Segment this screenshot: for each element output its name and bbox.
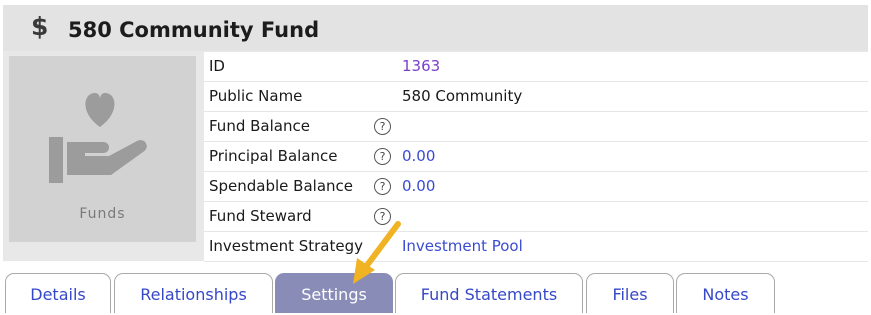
help-icon[interactable]: ? — [374, 178, 391, 195]
field-label: Principal Balance — [204, 141, 374, 172]
table-row: Investment Strategy Investment Pool — [204, 231, 868, 262]
table-row: Fund Steward? — [204, 201, 868, 232]
field-label: Spendable Balance — [204, 171, 374, 202]
fund-details-table: ID 1363 Public Name 580 Community Fund Balan… — [204, 52, 868, 262]
field-label: Fund Balance — [204, 111, 374, 142]
table-row: Public Name 580 Community — [204, 81, 868, 112]
help-icon[interactable]: ? — [374, 118, 391, 135]
table-row: Spendable Balance? 0.00 — [204, 171, 868, 202]
field-value-link[interactable]: 1363 — [402, 52, 868, 82]
tab-bar: Details Relationships Settings Fund Stateme… — [0, 273, 871, 313]
pointer-arrow-icon — [353, 221, 401, 284]
field-label: Public Name — [204, 81, 374, 112]
tab-notes[interactable]: Notes — [676, 273, 775, 313]
field-value: 580 Community — [402, 81, 868, 112]
field-label: ID — [204, 52, 374, 82]
fund-image-label: Funds — [79, 206, 126, 222]
field-value — [402, 201, 868, 232]
page-title: 580 Community Fund — [68, 18, 320, 42]
help-cell: ? — [374, 171, 402, 202]
dollar-icon: $ — [31, 12, 49, 41]
record-header: $ 580 Community Fund — [3, 5, 868, 51]
help-cell: ? — [374, 111, 402, 142]
tab-fund-statements[interactable]: Fund Statements — [395, 273, 583, 313]
tab-files[interactable]: Files — [586, 273, 674, 313]
table-row: ID 1363 — [204, 52, 868, 82]
help-cell — [374, 81, 402, 112]
field-value — [402, 111, 868, 142]
help-cell — [374, 52, 402, 82]
tab-details[interactable]: Details — [5, 273, 111, 313]
table-row: Principal Balance? 0.00 — [204, 141, 868, 172]
help-icon[interactable]: ? — [374, 148, 391, 165]
field-value: 0.00 — [402, 141, 868, 172]
field-value: 0.00 — [402, 171, 868, 202]
hand-heart-icon — [49, 93, 147, 183]
record-summary: Funds ID 1363 Public Name 580 Community Fund… — [3, 51, 868, 262]
help-cell: ? — [374, 141, 402, 172]
table-row: Fund Balance? — [204, 111, 868, 142]
fund-image: Funds — [9, 56, 196, 242]
field-value-link[interactable]: Investment Pool — [402, 231, 868, 262]
tab-relationships[interactable]: Relationships — [114, 273, 273, 313]
